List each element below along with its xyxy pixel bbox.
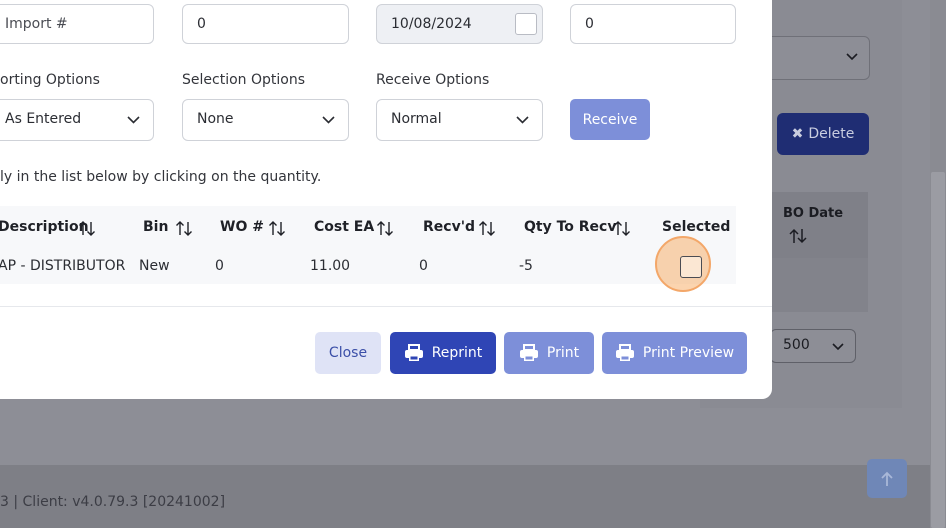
- sort-icon[interactable]: [175, 220, 193, 237]
- sort-icon[interactable]: [613, 220, 631, 237]
- receive-options-select[interactable]: Normal: [376, 99, 543, 141]
- scrollbar-thumb[interactable]: [931, 172, 945, 528]
- header-qty-to-receive[interactable]: Qty To Recv: [524, 219, 616, 235]
- bo-date-header[interactable]: BO Date: [783, 206, 843, 221]
- close-x-icon: ✖: [791, 126, 804, 142]
- page-size-value: 500: [783, 337, 810, 353]
- sorting-options-value: As Entered: [5, 111, 82, 127]
- delete-button-label: Delete: [808, 126, 855, 142]
- count-input[interactable]: 0: [570, 4, 736, 44]
- printer-icon: [404, 344, 423, 361]
- sorting-options-select[interactable]: As Entered: [0, 99, 154, 141]
- cell-bin: New: [139, 258, 170, 274]
- background-select[interactable]: [760, 36, 870, 80]
- header-selected: Selected: [662, 219, 731, 235]
- date-checkbox[interactable]: [515, 13, 537, 35]
- help-text: ly in the list below by clicking on the …: [0, 169, 322, 185]
- date-input[interactable]: 10/08/2024: [376, 4, 543, 44]
- close-button-label: Close: [328, 345, 368, 361]
- delete-button[interactable]: ✖ Delete: [777, 113, 869, 155]
- sort-icon[interactable]: [788, 227, 808, 245]
- receive-button-label: Receive: [582, 111, 638, 128]
- date-value: 10/08/2024: [391, 16, 472, 32]
- background-table-header: [770, 192, 868, 258]
- receive-options-label: Receive Options: [376, 72, 490, 88]
- cell-cost-each: 11.00: [310, 258, 351, 274]
- header-cost-each[interactable]: Cost EA: [314, 219, 374, 235]
- sort-icon[interactable]: [478, 220, 496, 237]
- modal-footer-divider: [0, 306, 772, 307]
- header-bin[interactable]: Bin: [143, 219, 168, 235]
- arrow-up-icon: [881, 471, 893, 486]
- count-value: 0: [585, 16, 594, 32]
- sort-icon[interactable]: [376, 220, 394, 237]
- print-button[interactable]: Print: [504, 332, 594, 374]
- quantity-value: 0: [197, 16, 206, 32]
- background-table-row: [770, 258, 868, 312]
- selection-options-value: None: [197, 111, 234, 127]
- chevron-down-icon: [127, 116, 140, 124]
- cell-qty-to-receive[interactable]: -5: [519, 258, 533, 274]
- version-text: 3 | Client: v4.0.79.3 [20241002]: [0, 494, 226, 510]
- scroll-to-top-button[interactable]: [867, 459, 907, 498]
- import-number-input[interactable]: Import #: [0, 4, 154, 44]
- import-number-placeholder: Import #: [5, 16, 68, 32]
- receive-button[interactable]: Receive: [570, 99, 650, 140]
- receive-options-value: Normal: [391, 111, 442, 127]
- cell-wo-number: 0: [215, 258, 224, 274]
- reprint-button-label: Reprint: [431, 345, 483, 361]
- header-received[interactable]: Recv'd: [423, 219, 475, 235]
- selected-checkbox[interactable]: [680, 256, 702, 278]
- print-preview-button[interactable]: Print Preview: [602, 332, 747, 374]
- close-button[interactable]: Close: [315, 332, 381, 374]
- sort-icon[interactable]: [268, 220, 286, 237]
- cell-received: 0: [419, 258, 428, 274]
- printer-icon: [615, 344, 634, 361]
- reprint-button[interactable]: Reprint: [390, 332, 496, 374]
- sort-icon[interactable]: [78, 220, 96, 237]
- chevron-down-icon: [832, 343, 844, 351]
- chevron-down-icon: [322, 116, 335, 124]
- sorting-options-label: orting Options: [0, 72, 100, 88]
- header-description[interactable]: Description: [0, 219, 89, 235]
- print-button-label: Print: [546, 345, 580, 361]
- printer-icon: [519, 344, 538, 361]
- quantity-input[interactable]: 0: [182, 4, 349, 44]
- page-size-select[interactable]: 500: [770, 329, 856, 363]
- cell-description: AP - DISTRIBUTOR: [0, 258, 126, 274]
- header-wo-number[interactable]: WO #: [220, 219, 264, 235]
- selection-options-select[interactable]: None: [182, 99, 349, 141]
- chevron-down-icon: [846, 53, 858, 61]
- print-preview-button-label: Print Preview: [642, 345, 735, 361]
- selection-options-label: Selection Options: [182, 72, 305, 88]
- chevron-down-icon: [516, 116, 529, 124]
